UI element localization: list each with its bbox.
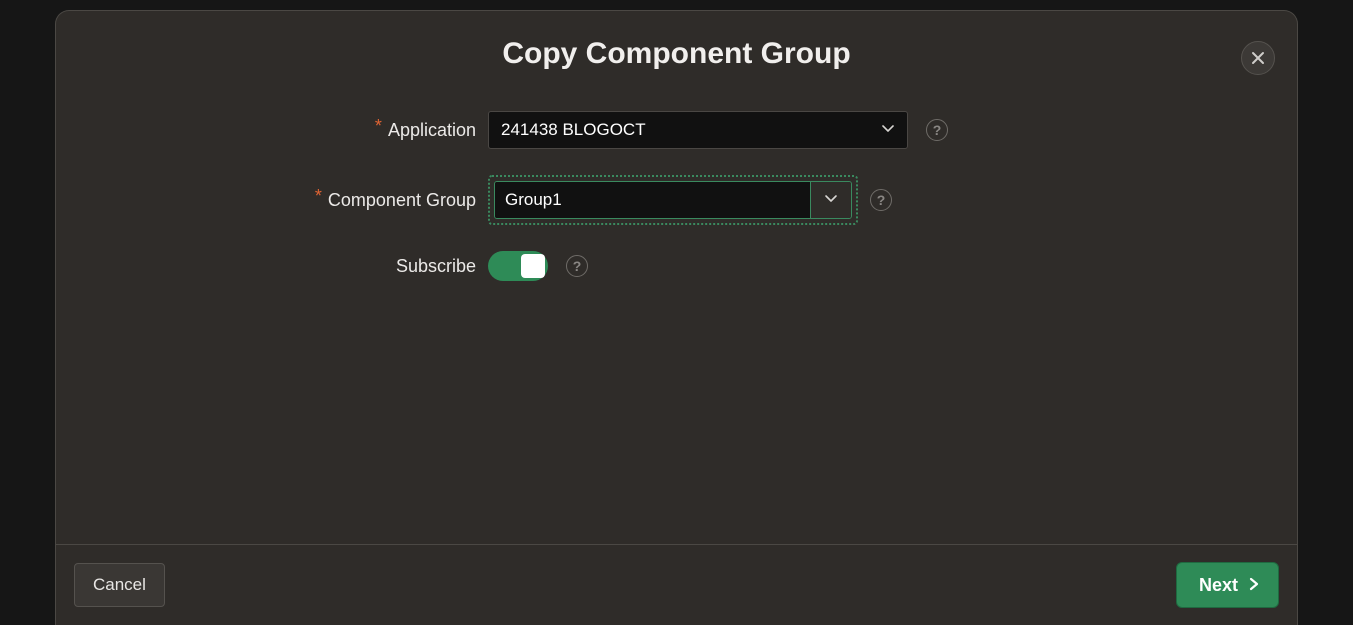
dialog-footer: Cancel Next bbox=[56, 544, 1297, 625]
next-button[interactable]: Next bbox=[1176, 562, 1279, 608]
application-row: * Application 241438 BLOGOCT ? bbox=[56, 111, 1297, 149]
toggle-knob bbox=[521, 254, 545, 278]
application-select[interactable]: 241438 BLOGOCT bbox=[488, 111, 908, 149]
component-group-label: Component Group bbox=[328, 190, 476, 211]
copy-component-group-dialog: Copy Component Group * Application 24143… bbox=[55, 10, 1298, 625]
component-group-combobox bbox=[494, 181, 852, 219]
cancel-button[interactable]: Cancel bbox=[74, 563, 165, 607]
subscribe-toggle[interactable] bbox=[488, 251, 548, 281]
component-group-label-cell: * Component Group bbox=[56, 190, 488, 211]
application-label-cell: * Application bbox=[56, 120, 488, 141]
required-star-icon: * bbox=[375, 121, 382, 131]
chevron-right-icon bbox=[1248, 575, 1260, 596]
application-field-cell: 241438 BLOGOCT ? bbox=[488, 111, 948, 149]
subscribe-label-cell: Subscribe bbox=[56, 256, 488, 277]
component-group-focus-ring bbox=[488, 175, 858, 225]
cancel-button-label: Cancel bbox=[93, 575, 146, 595]
component-group-row: * Component Group ? bbox=[56, 175, 1297, 225]
component-group-help-icon[interactable]: ? bbox=[870, 189, 892, 211]
application-label: Application bbox=[388, 120, 476, 141]
next-button-label: Next bbox=[1199, 575, 1238, 596]
component-group-input[interactable] bbox=[495, 182, 810, 218]
application-select-value: 241438 BLOGOCT bbox=[501, 120, 646, 140]
dialog-title: Copy Component Group bbox=[56, 37, 1297, 71]
form-body: * Application 241438 BLOGOCT ? * Compone… bbox=[56, 111, 1297, 281]
required-star-icon: * bbox=[315, 191, 322, 201]
close-icon bbox=[1250, 50, 1266, 66]
subscribe-row: Subscribe ? bbox=[56, 251, 1297, 281]
close-button[interactable] bbox=[1241, 41, 1275, 75]
application-help-icon[interactable]: ? bbox=[926, 119, 948, 141]
component-group-dropdown-button[interactable] bbox=[810, 182, 851, 218]
component-group-field-cell: ? bbox=[488, 175, 892, 225]
chevron-down-icon bbox=[824, 191, 838, 210]
subscribe-help-icon[interactable]: ? bbox=[566, 255, 588, 277]
subscribe-field-cell: ? bbox=[488, 251, 588, 281]
subscribe-label: Subscribe bbox=[396, 256, 476, 277]
chevron-down-icon bbox=[881, 120, 895, 140]
